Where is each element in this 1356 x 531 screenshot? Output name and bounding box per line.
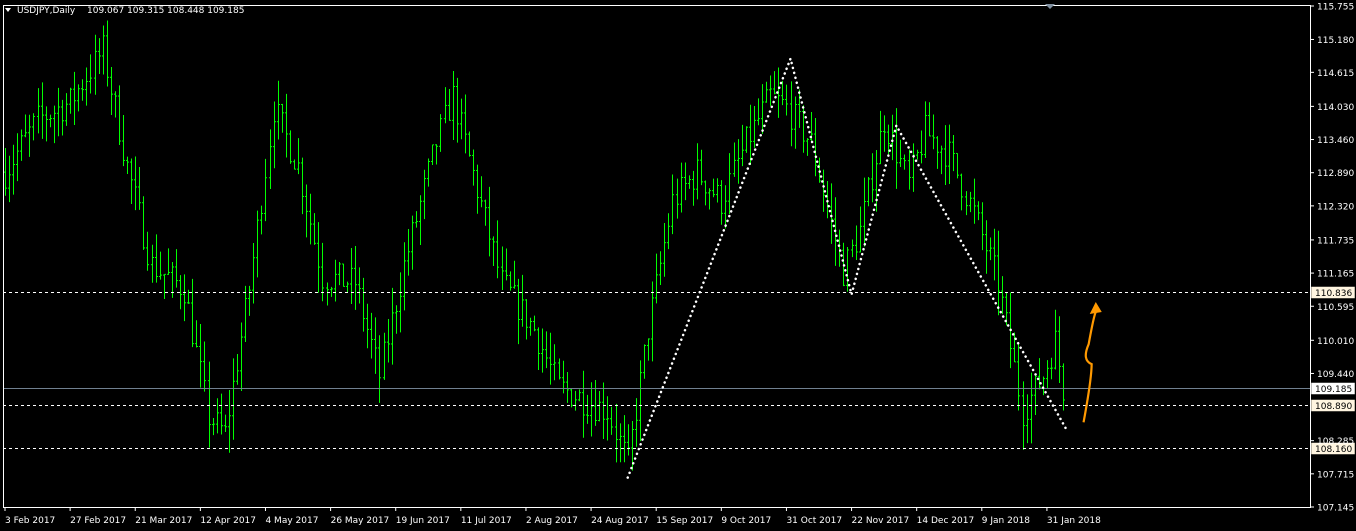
y-tick-label: 112.890 [1317, 169, 1354, 179]
x-tick-label: 21 Mar 2017 [135, 516, 192, 526]
x-tick-label: 2 Aug 2017 [526, 516, 578, 526]
y-tick-label: 114.030 [1317, 103, 1354, 113]
x-tick-label: 27 Feb 2017 [70, 516, 126, 526]
x-tick-label: 3 Feb 2017 [5, 516, 55, 526]
y-tick-label: 112.320 [1317, 202, 1354, 212]
ohlc-label: 109.067 109.315 108.448 109.185 [87, 6, 244, 16]
price-label-text: 108.890 [1315, 402, 1352, 412]
y-tick-label: 115.755 [1317, 3, 1354, 13]
price-label-text: 109.185 [1315, 385, 1352, 395]
y-tick-label: 110.595 [1317, 303, 1354, 313]
x-tick-label: 24 Aug 2017 [591, 516, 649, 526]
y-tick-label: 115.180 [1317, 36, 1354, 46]
x-tick-label: 19 Jun 2017 [396, 516, 450, 526]
x-tick-label: 22 Nov 2017 [852, 516, 910, 526]
x-tick-label: 31 Oct 2017 [786, 516, 842, 526]
y-tick-label: 114.615 [1317, 69, 1354, 79]
price-chart[interactable]: 110.836109.185108.890108.160 115.755115.… [0, 0, 1356, 531]
y-tick-label: 107.715 [1317, 470, 1354, 480]
y-tick-label: 108.285 [1317, 437, 1354, 447]
x-tick-label: 9 Oct 2017 [721, 516, 771, 526]
y-tick-label: 113.460 [1317, 136, 1354, 146]
x-tick-label: 15 Sep 2017 [656, 516, 713, 526]
chart-header: USDJPY,Daily 109.067 109.315 108.448 109… [5, 6, 244, 16]
x-tick-label: 4 May 2017 [265, 516, 318, 526]
x-tick-label: 9 Jan 2018 [982, 516, 1030, 526]
x-tick-label: 11 Jul 2017 [461, 516, 512, 526]
y-tick-label: 109.440 [1317, 370, 1354, 380]
y-tick-label: 107.145 [1317, 504, 1354, 514]
x-tick-label: 12 Apr 2017 [200, 516, 256, 526]
x-tick-label: 14 Dec 2017 [917, 516, 975, 526]
y-tick-label: 111.165 [1317, 270, 1354, 280]
symbol-label: USDJPY,Daily [17, 6, 76, 16]
price-label-text: 110.836 [1315, 289, 1352, 299]
chart-background [0, 0, 1356, 531]
x-tick-label: 31 Jan 2018 [1047, 516, 1101, 526]
x-tick-label: 26 May 2017 [331, 516, 390, 526]
y-tick-label: 110.010 [1317, 337, 1354, 347]
y-tick-label: 111.735 [1317, 236, 1354, 246]
